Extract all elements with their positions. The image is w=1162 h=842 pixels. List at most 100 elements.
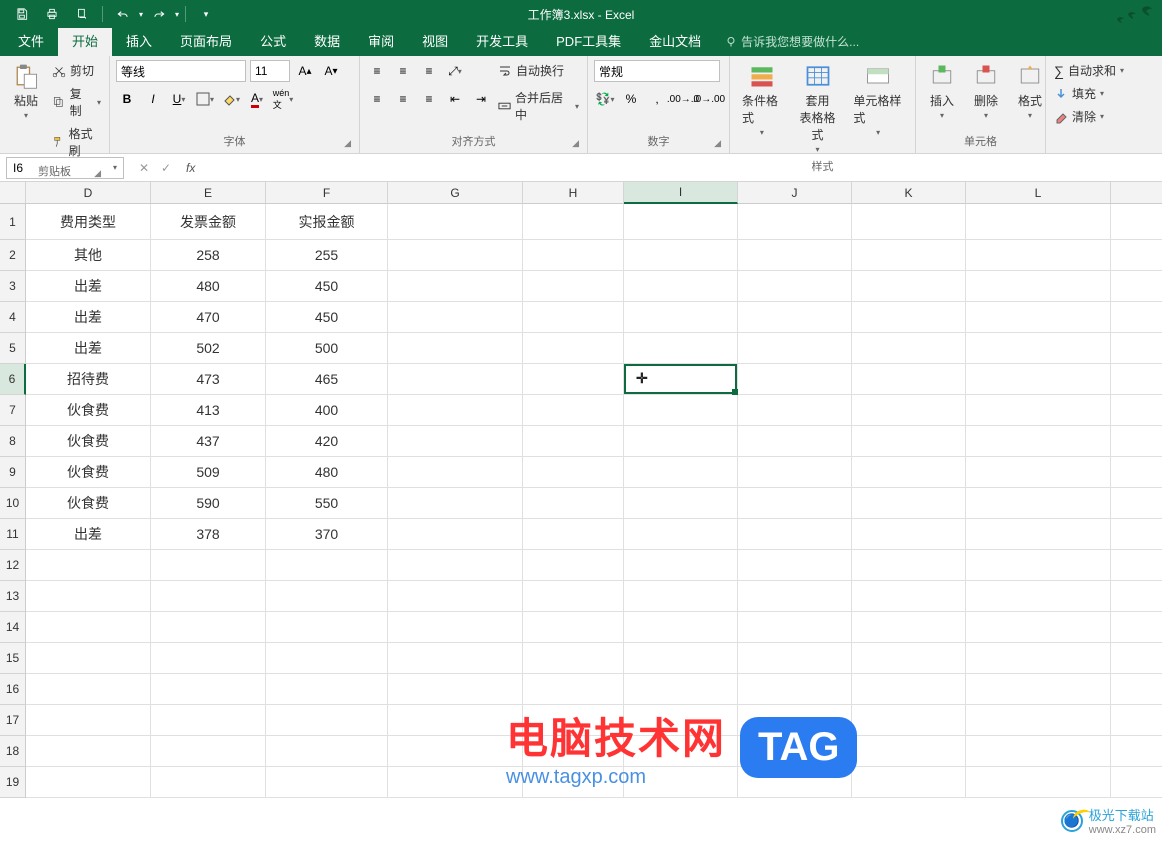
cell-M19[interactable] <box>1111 767 1162 798</box>
cell-L8[interactable] <box>966 426 1111 457</box>
cell-J11[interactable] <box>738 519 852 550</box>
cell-K3[interactable] <box>852 271 966 302</box>
conditional-format-button[interactable]: 条件格式▾ <box>736 60 788 139</box>
cell-F5[interactable]: 500 <box>266 333 388 364</box>
comma-button[interactable]: , <box>646 88 668 110</box>
cell-D9[interactable]: 伙食费 <box>26 457 151 488</box>
row-header-10[interactable]: 10 <box>0 488 26 519</box>
cell-M8[interactable] <box>1111 426 1162 457</box>
align-center-button[interactable]: ≡ <box>392 88 414 110</box>
cell-K17[interactable] <box>852 705 966 736</box>
cell-K2[interactable] <box>852 240 966 271</box>
cell-I8[interactable] <box>624 426 738 457</box>
paste-button[interactable]: 粘贴▾ <box>6 60 46 122</box>
cell-J4[interactable] <box>738 302 852 333</box>
col-header-F[interactable]: F <box>266 182 388 204</box>
tab-pagelayout[interactable]: 页面布局 <box>166 25 246 56</box>
cell-H1[interactable] <box>523 204 624 240</box>
increase-font-button[interactable]: A▴ <box>294 60 316 82</box>
fill-color-button[interactable]: ▾ <box>220 88 242 110</box>
cell-G10[interactable] <box>388 488 523 519</box>
cell-M13[interactable] <box>1111 581 1162 612</box>
cell-J13[interactable] <box>738 581 852 612</box>
cell-L12[interactable] <box>966 550 1111 581</box>
clipboard-launcher[interactable]: ◢ <box>94 168 101 179</box>
cell-F6[interactable]: 465 <box>266 364 388 395</box>
fx-icon[interactable]: fx <box>186 161 195 175</box>
cell-I10[interactable] <box>624 488 738 519</box>
cell-E3[interactable]: 480 <box>151 271 266 302</box>
delete-cells-button[interactable]: 删除▾ <box>966 60 1006 122</box>
col-header-L[interactable]: L <box>966 182 1111 204</box>
cell-L7[interactable] <box>966 395 1111 426</box>
cell-K16[interactable] <box>852 674 966 705</box>
cell-I12[interactable] <box>624 550 738 581</box>
col-header-E[interactable]: E <box>151 182 266 204</box>
cell-F3[interactable]: 450 <box>266 271 388 302</box>
cell-M3[interactable] <box>1111 271 1162 302</box>
cell-L5[interactable] <box>966 333 1111 364</box>
cell-G12[interactable] <box>388 550 523 581</box>
save-button[interactable] <box>8 2 36 26</box>
row-header-2[interactable]: 2 <box>0 240 26 271</box>
row-header-9[interactable]: 9 <box>0 457 26 488</box>
cell-L13[interactable] <box>966 581 1111 612</box>
cell-K18[interactable] <box>852 736 966 767</box>
cell-K9[interactable] <box>852 457 966 488</box>
col-header-D[interactable]: D <box>26 182 151 204</box>
cell-K11[interactable] <box>852 519 966 550</box>
cell-E15[interactable] <box>151 643 266 674</box>
redo-button[interactable] <box>145 2 173 26</box>
cell-I3[interactable] <box>624 271 738 302</box>
cell-H9[interactable] <box>523 457 624 488</box>
cell-F16[interactable] <box>266 674 388 705</box>
cell-I5[interactable] <box>624 333 738 364</box>
row-header-12[interactable]: 12 <box>0 550 26 581</box>
cell-D10[interactable]: 伙食费 <box>26 488 151 519</box>
font-name-select[interactable] <box>116 60 246 82</box>
row-header-6[interactable]: 6 <box>0 364 26 395</box>
phonetic-button[interactable]: wén文▾ <box>272 88 294 110</box>
cell-M2[interactable] <box>1111 240 1162 271</box>
cell-I2[interactable] <box>624 240 738 271</box>
cell-I11[interactable] <box>624 519 738 550</box>
row-header-19[interactable]: 19 <box>0 767 26 798</box>
cell-E4[interactable]: 470 <box>151 302 266 333</box>
cell-E11[interactable]: 378 <box>151 519 266 550</box>
cell-D5[interactable]: 出差 <box>26 333 151 364</box>
cell-D12[interactable] <box>26 550 151 581</box>
row-header-7[interactable]: 7 <box>0 395 26 426</box>
cell-I7[interactable] <box>624 395 738 426</box>
cell-H11[interactable] <box>523 519 624 550</box>
cell-G17[interactable] <box>388 705 523 736</box>
tab-file[interactable]: 文件 <box>4 25 58 56</box>
cell-D6[interactable]: 招待费 <box>26 364 151 395</box>
cell-I9[interactable] <box>624 457 738 488</box>
col-header-H[interactable]: H <box>523 182 624 204</box>
row-header-5[interactable]: 5 <box>0 333 26 364</box>
cell-L11[interactable] <box>966 519 1111 550</box>
cell-E7[interactable]: 413 <box>151 395 266 426</box>
cell-J16[interactable] <box>738 674 852 705</box>
cell-G5[interactable] <box>388 333 523 364</box>
cell-M16[interactable] <box>1111 674 1162 705</box>
cell-H15[interactable] <box>523 643 624 674</box>
cell-J9[interactable] <box>738 457 852 488</box>
cell-M15[interactable] <box>1111 643 1162 674</box>
cell-D3[interactable]: 出差 <box>26 271 151 302</box>
number-format-select[interactable] <box>594 60 720 82</box>
clear-button[interactable]: 清除▾ <box>1052 106 1106 127</box>
accounting-format-button[interactable]: 💱▾ <box>594 88 616 110</box>
cell-K10[interactable] <box>852 488 966 519</box>
col-header-J[interactable]: J <box>738 182 852 204</box>
cell-F14[interactable] <box>266 612 388 643</box>
cell-M9[interactable] <box>1111 457 1162 488</box>
cancel-formula-button[interactable]: ✕ <box>134 161 154 175</box>
cell-F19[interactable] <box>266 767 388 798</box>
cell-L10[interactable] <box>966 488 1111 519</box>
number-launcher[interactable]: ◢ <box>714 138 721 149</box>
cell-I16[interactable] <box>624 674 738 705</box>
cell-L18[interactable] <box>966 736 1111 767</box>
orientation-button[interactable]: ⤢▾ <box>444 60 466 82</box>
cell-E14[interactable] <box>151 612 266 643</box>
